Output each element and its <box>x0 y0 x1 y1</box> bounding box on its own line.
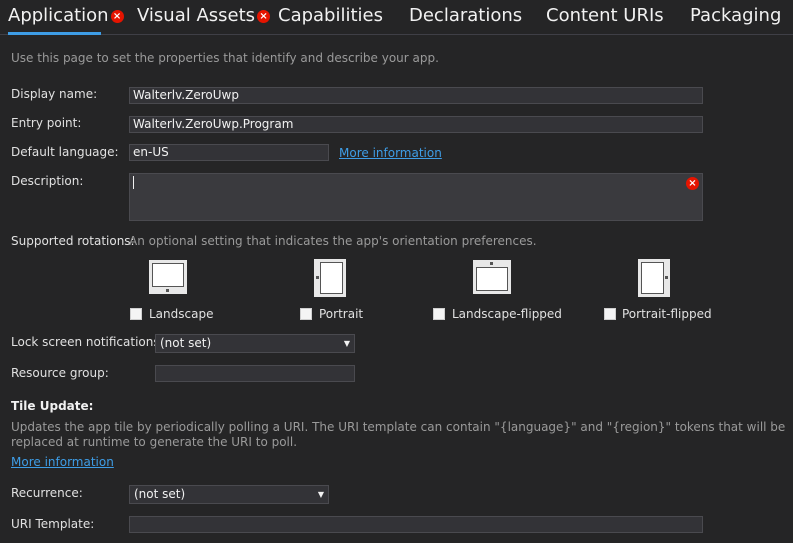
landscape-checkbox[interactable] <box>130 308 142 320</box>
landscape-flipped-checkbox[interactable] <box>433 308 445 320</box>
rotations-label: Supported rotations: <box>11 234 135 248</box>
display-name-field[interactable]: Walterlv.ZeroUwp <box>129 87 703 104</box>
tab-label: Visual Assets <box>137 5 256 26</box>
portrait-checkbox[interactable] <box>300 308 312 320</box>
description-label: Description: <box>11 174 84 188</box>
uri-template-field[interactable] <box>129 516 703 533</box>
tab-application[interactable]: Application × <box>8 5 124 35</box>
recurrence-select[interactable]: (not set) ▼ <box>129 485 329 504</box>
tab-declarations[interactable]: Declarations <box>409 5 522 26</box>
active-tab-indicator <box>8 32 101 35</box>
language-more-info-link[interactable]: More information <box>339 146 442 160</box>
resource-group-label: Resource group: <box>11 366 109 380</box>
tab-content-uris[interactable]: Content URIs <box>546 5 664 26</box>
portrait-label: Portrait <box>319 307 364 321</box>
resource-group-field[interactable] <box>155 365 355 382</box>
tab-capabilities[interactable]: Capabilities <box>278 5 383 26</box>
portrait-flipped-orientation-icon <box>638 259 670 297</box>
tile-update-desc-line2: replaced at runtime to generate the URI … <box>11 435 298 449</box>
error-icon: × <box>257 9 271 23</box>
recurrence-label: Recurrence: <box>11 486 83 500</box>
lock-screen-select[interactable]: (not set) ▼ <box>155 334 355 353</box>
portrait-flipped-label: Portrait-flipped <box>622 307 712 321</box>
uri-template-label: URI Template: <box>11 517 95 531</box>
tab-visual-assets[interactable]: Visual Assets × <box>137 5 271 26</box>
chevron-down-icon: ▼ <box>317 490 324 499</box>
tile-update-heading: Tile Update: <box>11 399 94 413</box>
landscape-label: Landscape <box>149 307 214 321</box>
tab-label: Capabilities <box>278 5 383 26</box>
description-field[interactable]: × <box>129 173 703 221</box>
entry-point-field[interactable]: Walterlv.ZeroUwp.Program <box>129 116 703 133</box>
portrait-orientation-icon <box>314 259 346 297</box>
rotations-hint: An optional setting that indicates the a… <box>129 234 537 248</box>
default-language-label: Default language: <box>11 145 119 159</box>
landscape-orientation-icon <box>149 260 187 294</box>
tab-label: Packaging <box>690 5 782 26</box>
tile-update-more-info-link[interactable]: More information <box>11 455 114 469</box>
tab-label: Content URIs <box>546 5 664 26</box>
landscape-flipped-label: Landscape-flipped <box>452 307 562 321</box>
entry-point-label: Entry point: <box>11 116 82 130</box>
lock-screen-label: Lock screen notifications: <box>11 335 164 349</box>
intro-text: Use this page to set the properties that… <box>11 51 439 65</box>
default-language-field[interactable]: en-US <box>129 144 329 161</box>
landscape-flipped-orientation-icon <box>473 260 511 294</box>
tab-label: Declarations <box>409 5 523 26</box>
error-icon: × <box>686 177 699 190</box>
recurrence-value: (not set) <box>134 487 186 501</box>
lock-screen-value: (not set) <box>160 336 212 350</box>
tab-bar: Application × Visual Assets × Capabilities… <box>0 0 793 35</box>
chevron-down-icon: ▼ <box>343 339 350 348</box>
error-icon: × <box>110 9 124 23</box>
display-name-label: Display name: <box>11 87 98 101</box>
text-caret <box>133 176 134 189</box>
tile-update-desc-line1: Updates the app tile by periodically pol… <box>11 420 786 434</box>
tab-label: Application <box>8 5 109 26</box>
portrait-flipped-checkbox[interactable] <box>604 308 616 320</box>
tab-packaging[interactable]: Packaging <box>690 5 781 26</box>
